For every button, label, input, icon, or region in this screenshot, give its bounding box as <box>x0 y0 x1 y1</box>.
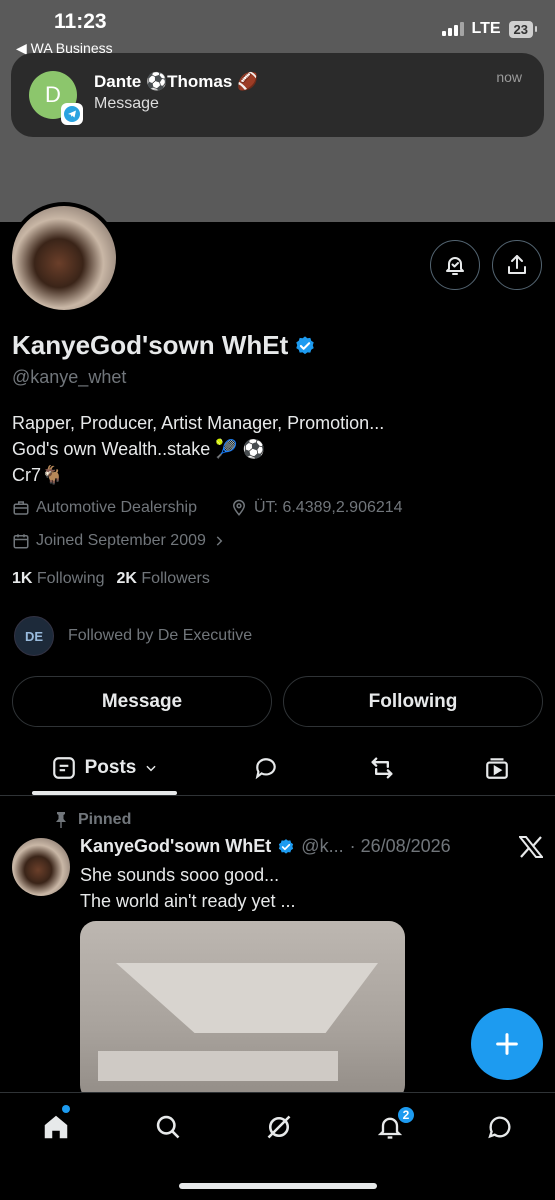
posts-icon <box>52 756 75 779</box>
profile-category: Automotive Dealership <box>12 499 197 517</box>
plus-icon <box>496 1033 518 1055</box>
status-time: 11:23 <box>54 10 107 33</box>
profile-location: ÜT: 6.4389,2.906214 <box>230 499 403 517</box>
post-author-handle: @k... <box>301 836 344 856</box>
nav-messages[interactable] <box>480 1107 520 1147</box>
post-author-name[interactable]: KanyeGod'sown WhEt <box>80 836 271 857</box>
bio-line: Rapper, Producer, Artist Manager, Promot… <box>12 413 385 433</box>
post-text-line: She sounds sooo good... <box>80 865 280 885</box>
profile-joined[interactable]: Joined September 2009 <box>12 532 226 550</box>
profile-bio: Rapper, Producer, Artist Manager, Promot… <box>12 410 384 488</box>
x-logo-icon <box>517 836 545 863</box>
bio-line: God's own Wealth..stake 🎾 ⚽ <box>12 439 266 459</box>
followers-link[interactable]: 2K Followers <box>117 570 210 588</box>
pin-icon <box>56 812 66 828</box>
nav-home[interactable] <box>36 1107 76 1147</box>
followed-by-text: Followed by De Executive <box>68 627 253 644</box>
bell-check-icon <box>446 257 464 275</box>
repost-icon <box>371 757 393 778</box>
tab-posts-label: Posts <box>84 756 137 778</box>
avatar-image <box>12 206 116 310</box>
status-indicators: LTE 23 <box>441 20 538 38</box>
post-header: KanyeGod'sown WhEt @k... · 26/08/2026 <box>80 836 451 857</box>
location-pin-icon <box>232 499 246 516</box>
post-date: · 26/08/2026 <box>349 836 451 856</box>
grok-icon <box>267 1115 291 1139</box>
joined-text: Joined September 2009 <box>36 532 206 549</box>
notification-message: Message <box>94 95 159 112</box>
calendar-icon <box>13 534 29 549</box>
bio-line: Cr7🐐 <box>12 465 64 485</box>
profile-avatar[interactable] <box>8 202 120 314</box>
image-ceiling-shape <box>98 1051 338 1081</box>
display-name-text: KanyeGod'sown WhEt <box>12 330 289 360</box>
profile-display-name: KanyeGod'sown WhEt <box>12 330 316 361</box>
tab-posts[interactable]: Posts <box>32 740 177 795</box>
post-text: She sounds sooo good... The world ain't … <box>80 862 296 914</box>
post-media-image[interactable] <box>80 921 405 1101</box>
location-text: ÜT: 6.4389,2.906214 <box>254 499 403 516</box>
chevron-right-icon <box>216 536 223 546</box>
category-text: Automotive Dealership <box>36 499 197 516</box>
nav-search[interactable] <box>148 1107 188 1147</box>
pinned-label: Pinned <box>54 811 131 829</box>
media-icon <box>486 757 508 779</box>
follow-counts: 1K Following 2K Followers <box>12 570 210 588</box>
telegram-icon <box>61 103 83 125</box>
notify-bell-button[interactable] <box>430 240 480 290</box>
following-label: Following <box>36 570 105 587</box>
notification-count-badge: 2 <box>396 1105 416 1125</box>
notification-time: now <box>496 69 522 85</box>
push-notification[interactable]: D Dante ⚽Thomas 🏈 Message now <box>11 53 544 137</box>
battery-icon: 23 <box>508 20 538 38</box>
reply-bubble-icon <box>255 757 276 779</box>
verified-badge-icon <box>296 335 315 354</box>
followers-label: Followers <box>141 570 210 587</box>
profile-tabs: Posts <box>0 740 555 796</box>
notification-title: Dante ⚽Thomas 🏈 <box>94 72 259 91</box>
share-icon <box>508 255 526 274</box>
following-link[interactable]: 1K Following <box>12 570 105 588</box>
home-icon <box>44 1115 68 1139</box>
followers-count: 2K <box>116 570 137 587</box>
following-button[interactable]: Following <box>283 676 543 727</box>
tab-reposts[interactable] <box>362 740 402 795</box>
briefcase-icon <box>13 501 29 515</box>
tab-media[interactable] <box>477 740 517 795</box>
nav-grok[interactable] <box>259 1107 299 1147</box>
chevron-down-icon <box>146 765 156 771</box>
post-text-line: The world ain't ready yet ... <box>80 891 296 911</box>
verified-badge-icon <box>279 838 294 854</box>
search-icon <box>156 1115 180 1139</box>
following-count: 1K <box>12 570 33 587</box>
image-ceiling-shape <box>116 963 378 1033</box>
network-label: LTE <box>471 20 501 37</box>
signal-icon <box>441 22 464 36</box>
chat-bubble-icon <box>488 1116 511 1139</box>
pinned-text: Pinned <box>78 811 132 828</box>
follower-avatar: DE <box>14 616 54 656</box>
message-button[interactable]: Message <box>12 676 272 727</box>
compose-post-button[interactable] <box>471 1008 543 1080</box>
share-button[interactable] <box>492 240 542 290</box>
profile-handle: @kanye_whet <box>12 367 127 387</box>
followed-by-row[interactable]: DE Followed by De Executive <box>14 616 252 656</box>
home-indicator[interactable] <box>179 1183 377 1189</box>
tab-replies[interactable] <box>246 740 286 795</box>
home-unread-dot <box>62 1105 70 1113</box>
active-tab-indicator <box>32 791 177 795</box>
post-author-avatar[interactable] <box>12 838 70 896</box>
